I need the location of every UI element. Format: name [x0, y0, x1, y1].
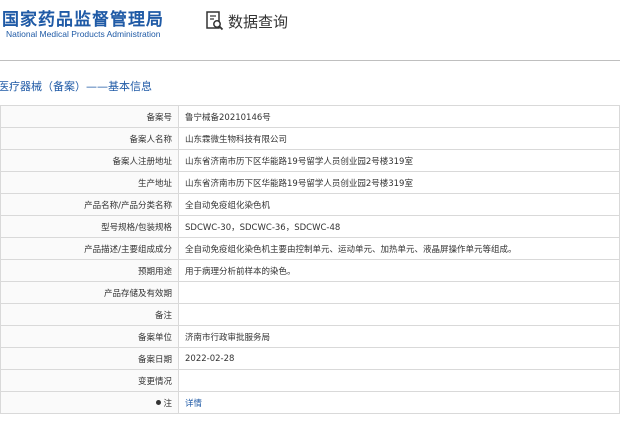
row-label-text: 产品存储及有效期 — [103, 288, 172, 299]
row-value-text: 全自动免疫组化染色机主要由控制单元、运动单元、加热单元、液晶屏操作单元等组成。 — [185, 244, 517, 255]
row-label-text: 备案单位 — [137, 332, 172, 343]
row-label-text: 生产地址 — [137, 178, 172, 189]
row-label-text: 产品描述/主要组成成分 — [84, 244, 172, 255]
row-value-text: 山东省济南市历下区华能路19号留学人员创业园2号楼319室 — [185, 178, 413, 189]
row-label-text: 注 — [163, 398, 172, 409]
row-value-text: 全自动免疫组化染色机 — [185, 200, 271, 211]
row-value — [178, 369, 620, 392]
row-label: 备注 — [0, 303, 179, 326]
row-value: 鲁宁械备20210146号 — [178, 105, 620, 128]
row-value: 详情 — [178, 391, 620, 414]
row-value: 山东省济南市历下区华能路19号留学人员创业园2号楼319室 — [178, 171, 620, 194]
row-value: SDCWC-30，SDCWC-36，SDCWC-48 — [178, 215, 620, 238]
row-value-text: SDCWC-30，SDCWC-36，SDCWC-48 — [185, 222, 341, 233]
module-title: 数据查询 — [228, 13, 289, 31]
row-value — [178, 303, 620, 326]
site-logo-en[interactable]: National Medical Products Administration — [6, 29, 161, 39]
detail-link[interactable]: 详情 — [185, 399, 202, 409]
row-label-text: 备案日期 — [137, 354, 172, 365]
table-row: 备案人名称 山东霖微生物科技有限公司 — [0, 127, 620, 150]
header-divider — [0, 60, 620, 61]
table-row: 备案日期 2022-02-28 — [0, 347, 620, 370]
row-label-text: 备注 — [154, 310, 172, 321]
row-value-text: 山东霖微生物科技有限公司 — [185, 134, 288, 145]
row-label: 变更情况 — [0, 369, 179, 392]
row-value — [178, 281, 620, 304]
row-label-text: 型号规格/包装规格 — [101, 222, 172, 233]
row-label: 生产地址 — [0, 171, 179, 194]
row-value: 用于病理分析前样本的染色。 — [178, 259, 620, 282]
row-label-text: 备案号 — [146, 112, 172, 123]
table-row: 备注 — [0, 303, 620, 326]
row-value-text: 2022-02-28 — [185, 353, 235, 364]
row-label-text: 变更情况 — [137, 376, 172, 387]
table-row: 备案号 鲁宁械备20210146号 — [0, 105, 620, 128]
row-value-text: 鲁宁械备20210146号 — [185, 112, 271, 123]
table-row: 生产地址 山东省济南市历下区华能路19号留学人员创业园2号楼319室 — [0, 171, 620, 194]
row-label-text: 备案人名称 — [129, 134, 172, 145]
row-value: 山东省济南市历下区华能路19号留学人员创业园2号楼319室 — [178, 149, 620, 172]
row-value: 全自动免疫组化染色机 — [178, 193, 620, 216]
row-label: 备案日期 — [0, 347, 179, 370]
site-header: 国家药品监督管理局 National Medical Products Admi… — [0, 0, 620, 48]
document-search-icon — [206, 11, 224, 31]
row-value-text: 济南市行政审批服务局 — [185, 332, 271, 343]
row-value: 山东霖微生物科技有限公司 — [178, 127, 620, 150]
table-row: 注 详情 — [0, 391, 620, 414]
row-label-text: 备案人注册地址 — [112, 156, 172, 167]
detail-table: 备案号 鲁宁械备20210146号备案人名称 山东霖微生物科技有限公司备案人注册地址… — [0, 105, 620, 414]
row-value: 2022-02-28 — [178, 347, 620, 370]
row-value-text: 山东省济南市历下区华能路19号留学人员创业园2号楼319室 — [185, 156, 413, 167]
table-row: 备案单位 济南市行政审批服务局 — [0, 325, 620, 348]
row-label: 备案号 — [0, 105, 179, 128]
table-row: 产品名称/产品分类名称 全自动免疫组化染色机 — [0, 193, 620, 216]
table-row: 产品描述/主要组成成分 全自动免疫组化染色机主要由控制单元、运动单元、加热单元、液… — [0, 237, 620, 260]
row-label: 产品名称/产品分类名称 — [0, 193, 179, 216]
section-title: 医疗器械（备案）——基本信息 — [0, 80, 152, 93]
dot-icon — [156, 399, 162, 405]
row-label: 型号规格/包装规格 — [0, 215, 179, 238]
row-label: 产品描述/主要组成成分 — [0, 237, 179, 260]
row-value-text: 用于病理分析前样本的染色。 — [185, 266, 296, 277]
row-value: 济南市行政审批服务局 — [178, 325, 620, 348]
table-row: 备案人注册地址 山东省济南市历下区华能路19号留学人员创业园2号楼319室 — [0, 149, 620, 172]
table-row: 预期用途 用于病理分析前样本的染色。 — [0, 259, 620, 282]
row-value: 全自动免疫组化染色机主要由控制单元、运动单元、加热单元、液晶屏操作单元等组成。 — [178, 237, 620, 260]
table-row: 型号规格/包装规格 SDCWC-30，SDCWC-36，SDCWC-48 — [0, 215, 620, 238]
row-label: 备案人名称 — [0, 127, 179, 150]
row-label: 预期用途 — [0, 259, 179, 282]
site-logo-cn[interactable]: 国家药品监督管理局 — [2, 5, 164, 30]
row-label: 备案人注册地址 — [0, 149, 179, 172]
row-label: 注 — [0, 391, 179, 414]
row-label-text: 产品名称/产品分类名称 — [84, 200, 172, 211]
table-row: 产品存储及有效期 — [0, 281, 620, 304]
table-row: 变更情况 — [0, 369, 620, 392]
row-label: 产品存储及有效期 — [0, 281, 179, 304]
row-label: 备案单位 — [0, 325, 179, 348]
row-label-text: 预期用途 — [137, 266, 172, 277]
